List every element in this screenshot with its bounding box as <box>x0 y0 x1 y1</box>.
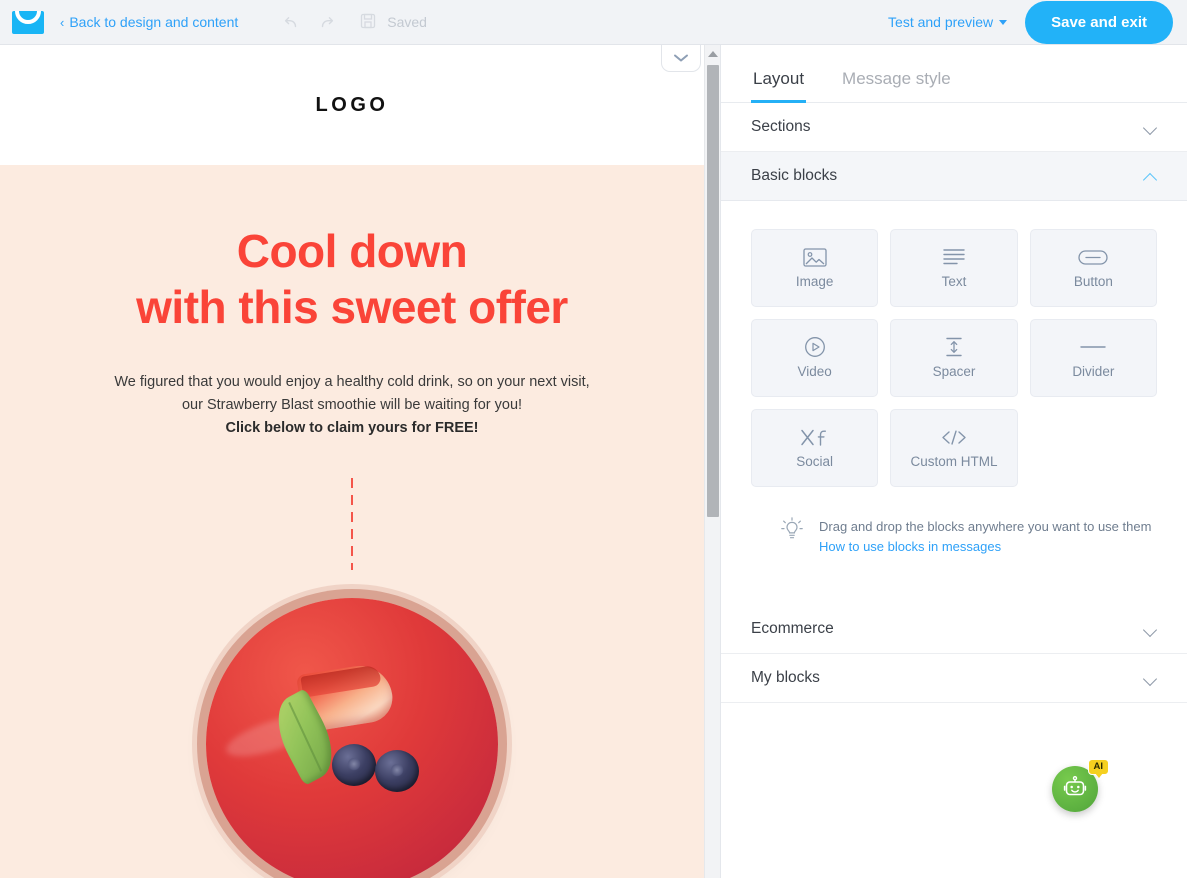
panel-tabs: Layout Message style <box>721 45 1187 103</box>
block-tile-spacer[interactable]: Spacer <box>890 319 1018 397</box>
horizontal-line-icon <box>1080 337 1107 357</box>
redo-arrow-icon[interactable] <box>316 11 338 33</box>
ai-assistant-button[interactable]: AI <box>1052 759 1109 812</box>
headline-line-1: Cool down <box>236 225 468 277</box>
image-icon <box>803 247 827 267</box>
blueberry-left <box>331 744 376 786</box>
block-tile-spacer-label: Spacer <box>932 364 976 379</box>
undo-arrow-icon[interactable] <box>280 11 302 33</box>
email-logo-text: LOGO <box>315 93 389 116</box>
chevron-down-icon <box>1144 625 1157 633</box>
save-status: Saved <box>358 11 427 33</box>
robot-icon <box>1062 774 1088 805</box>
right-sidebar-panel: Layout Message style Sections Basic bloc… <box>720 45 1187 878</box>
block-tile-button[interactable]: Button <box>1029 229 1157 307</box>
headline-line-2: with this sweet offer <box>0 279 704 335</box>
blocks-panel-spacer <box>751 557 1157 605</box>
blueberry-right <box>375 749 420 792</box>
email-body-copy[interactable]: We figured that you would enjoy a health… <box>0 371 704 440</box>
blocks-hint-text-block: Drag and drop the blocks anywhere you wa… <box>819 517 1151 557</box>
accordion-basic-blocks[interactable]: Basic blocks <box>721 152 1187 201</box>
accordion-my-blocks-label: My blocks <box>751 669 820 686</box>
social-share-icon <box>800 427 830 447</box>
back-link-label: Back to design and content <box>69 14 239 30</box>
block-tile-custom-html[interactable]: Custom HTML <box>890 409 1018 487</box>
block-tile-video[interactable]: Video <box>751 319 879 397</box>
basic-blocks-grid: Image Text Button Video Spacer Divider S… <box>751 229 1157 487</box>
basic-blocks-content: Image Text Button Video Spacer Divider S… <box>721 201 1187 605</box>
block-tile-divider-label: Divider <box>1072 364 1115 379</box>
button-pill-icon <box>1078 247 1108 267</box>
email-logo-block[interactable]: LOGO <box>0 45 704 165</box>
play-circle-icon <box>804 337 826 357</box>
block-drop-indicator <box>351 478 353 570</box>
email-hero-block[interactable]: Cool down with this sweet offer We figur… <box>0 165 704 878</box>
accordion-ecommerce[interactable]: Ecommerce <box>721 605 1187 654</box>
envelope-icon <box>12 10 44 34</box>
block-tile-image-label: Image <box>795 274 834 289</box>
back-chevron-icon: ‹ <box>60 14 65 30</box>
chevron-down-icon <box>999 19 1008 25</box>
chevron-down-icon <box>674 54 688 61</box>
body-line-3: Click below to claim yours for FREE! <box>225 420 479 436</box>
topbar-actions: Test and preview Save and exit <box>888 0 1187 44</box>
block-tile-social[interactable]: Social <box>751 409 879 487</box>
canvas-scrollbar[interactable] <box>704 45 720 878</box>
headline-line-2-normal: with this <box>136 281 331 333</box>
saved-label: Saved <box>387 14 427 30</box>
ai-badge: AI <box>1087 759 1109 777</box>
block-tile-text[interactable]: Text <box>890 229 1018 307</box>
accordion-sections[interactable]: Sections <box>721 103 1187 152</box>
how-to-use-blocks-link[interactable]: How to use blocks in messages <box>819 537 1151 557</box>
floppy-disk-icon <box>358 11 380 33</box>
email-canvas[interactable]: LOGO Cool down with this sweet offer We … <box>0 45 704 878</box>
block-tile-button-label: Button <box>1073 274 1113 289</box>
block-tile-social-label: Social <box>796 454 834 469</box>
accordion-my-blocks[interactable]: My blocks <box>721 654 1187 703</box>
test-and-preview-label: Test and preview <box>888 14 994 30</box>
block-tile-text-label: Text <box>941 274 967 289</box>
block-tile-video-label: Video <box>797 364 832 379</box>
scrollbar-up-arrow-icon[interactable] <box>705 47 721 61</box>
back-to-design-link[interactable]: ‹ Back to design and content <box>60 14 238 30</box>
accordion-basic-blocks-label: Basic blocks <box>751 167 838 184</box>
lightbulb-icon <box>781 517 803 546</box>
text-lines-icon <box>942 247 966 267</box>
block-tile-divider[interactable]: Divider <box>1029 319 1157 397</box>
test-and-preview-dropdown[interactable]: Test and preview <box>888 14 1008 30</box>
email-image-block[interactable] <box>0 598 704 878</box>
scrollbar-thumb[interactable] <box>707 65 719 517</box>
save-and-exit-button[interactable]: Save and exit <box>1025 0 1173 44</box>
email-headline[interactable]: Cool down with this sweet offer <box>0 223 704 335</box>
top-toolbar: ‹ Back to design and content Saved Test … <box>0 0 1187 45</box>
block-tile-custom-html-label: Custom HTML <box>910 454 998 469</box>
collapse-canvas-button[interactable] <box>661 45 701 72</box>
body-line-2: our Strawberry Blast smoothie will be wa… <box>181 397 523 413</box>
accordion-ecommerce-label: Ecommerce <box>751 620 834 637</box>
chevron-up-icon <box>1144 172 1157 180</box>
strawberry-smoothie-image <box>206 598 498 878</box>
code-tags-icon <box>940 427 968 447</box>
body-line-1: We figured that you would enjoy a health… <box>114 374 590 390</box>
chevron-down-icon <box>1144 674 1157 682</box>
vertical-arrows-icon <box>943 337 965 357</box>
tab-layout[interactable]: Layout <box>751 69 807 103</box>
tab-message-style[interactable]: Message style <box>840 69 953 102</box>
blocks-hint-text: Drag and drop the blocks anywhere you wa… <box>819 519 1152 534</box>
accordion-sections-label: Sections <box>751 118 811 135</box>
blocks-hint: Drag and drop the blocks anywhere you wa… <box>751 517 1157 557</box>
block-tile-image[interactable]: Image <box>751 229 879 307</box>
email-content: LOGO Cool down with this sweet offer We … <box>0 45 704 878</box>
history-controls <box>280 11 338 33</box>
headline-line-2-bold: sweet offer <box>330 281 568 333</box>
chevron-down-icon <box>1144 123 1157 131</box>
